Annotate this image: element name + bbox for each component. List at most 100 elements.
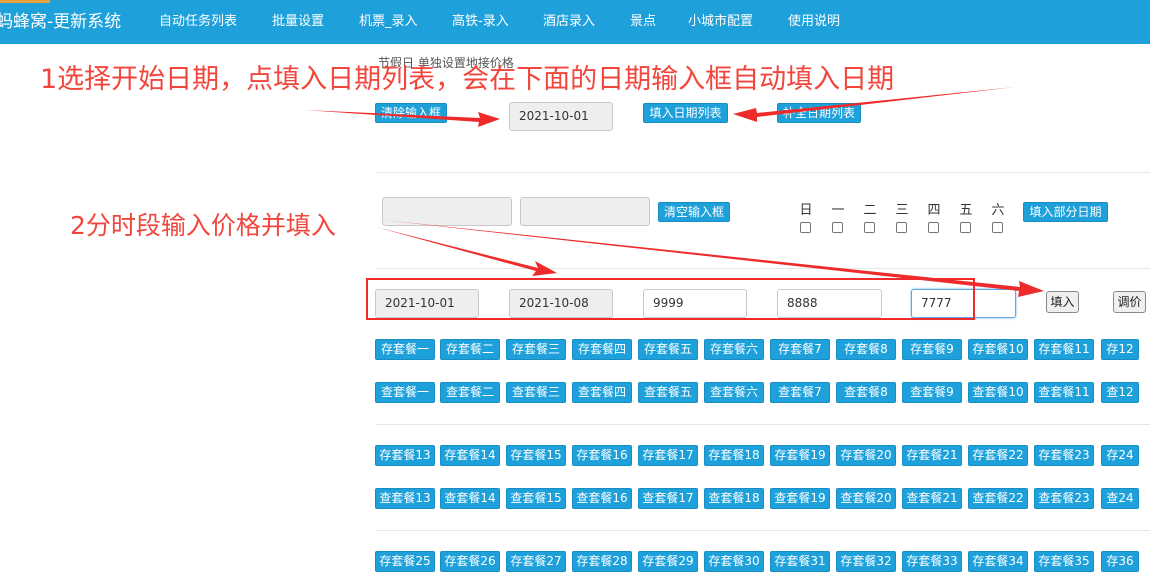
query-package-button[interactable]: 查套餐20 <box>836 488 896 509</box>
nav-item-hotel-entry[interactable]: 酒店录入 <box>543 0 595 44</box>
save-package-button[interactable]: 存套餐25 <box>375 551 435 572</box>
save-package-button[interactable]: 存套餐27 <box>506 551 566 572</box>
save-package-button[interactable]: 存套餐28 <box>572 551 632 572</box>
query-package-button[interactable]: 查套餐二 <box>440 382 500 403</box>
query-package-button[interactable]: 查套餐18 <box>704 488 764 509</box>
save-package-button[interactable]: 存套餐32 <box>836 551 896 572</box>
query-package-button[interactable]: 查套餐15 <box>506 488 566 509</box>
query-package-button[interactable]: 查套餐9 <box>902 382 962 403</box>
fill-price-button[interactable]: 填入 <box>1046 291 1079 313</box>
query-package-button[interactable]: 查套餐17 <box>638 488 698 509</box>
complete-date-list-button[interactable]: 补全日期列表 <box>777 103 861 123</box>
date-range-start-input[interactable] <box>382 197 512 226</box>
weekday-checkbox-sat[interactable] <box>992 222 1003 233</box>
nav-item-user-guide[interactable]: 使用说明 <box>788 0 840 44</box>
query-package-button[interactable]: 查套餐11 <box>1034 382 1094 403</box>
divider <box>376 172 1150 173</box>
save-package-button[interactable]: 存套餐26 <box>440 551 500 572</box>
save-package-button[interactable]: 存24 <box>1101 445 1139 466</box>
weekday-label-fri: 五 <box>959 203 973 218</box>
brand-title[interactable]: 蚂蜂窝-更新系统 <box>0 0 121 44</box>
divider <box>376 530 1150 531</box>
price-row-highlight-box <box>366 278 975 320</box>
nav-item-flight-entry[interactable]: 机票_录入 <box>359 0 418 44</box>
nav-item-batch-settings[interactable]: 批量设置 <box>272 0 324 44</box>
query-package-button[interactable]: 查套餐四 <box>572 382 632 403</box>
annotation-step-1: 1选择开始日期，点填入日期列表，会在下面的日期输入框自动填入日期 <box>40 64 895 95</box>
save-package-button[interactable]: 存套餐六 <box>704 339 764 360</box>
nav-item-small-city-config[interactable]: 小城市配置 <box>688 0 753 44</box>
query-package-button[interactable]: 查套餐21 <box>902 488 962 509</box>
save-package-button[interactable]: 存套餐16 <box>572 445 632 466</box>
query-package-button[interactable]: 查套餐23 <box>1034 488 1094 509</box>
query-package-button[interactable]: 查套餐13 <box>375 488 435 509</box>
save-package-button[interactable]: 存12 <box>1101 339 1139 360</box>
weekday-label-tue: 二 <box>863 203 877 218</box>
query-package-button[interactable]: 查套餐22 <box>968 488 1028 509</box>
query-package-button[interactable]: 查套餐五 <box>638 382 698 403</box>
query-package-button[interactable]: 查套餐14 <box>440 488 500 509</box>
query-package-button[interactable]: 查套餐8 <box>836 382 896 403</box>
save-package-button[interactable]: 存套餐三 <box>506 339 566 360</box>
query-package-button[interactable]: 查套餐19 <box>770 488 830 509</box>
save-package-button[interactable]: 存套餐7 <box>770 339 830 360</box>
fill-date-list-button[interactable]: 填入日期列表 <box>643 103 728 123</box>
top-navbar: 蚂蜂窝-更新系统 自动任务列表 批量设置 机票_录入 高铁-录入 酒店录入 景点… <box>0 0 1150 44</box>
save-package-button[interactable]: 存套餐10 <box>968 339 1028 360</box>
save-package-button[interactable]: 存套餐35 <box>1034 551 1094 572</box>
fill-partial-dates-button[interactable]: 填入部分日期 <box>1023 202 1108 222</box>
save-package-button[interactable]: 存套餐19 <box>770 445 830 466</box>
save-package-button[interactable]: 存套餐15 <box>506 445 566 466</box>
nav-item-auto-task-list[interactable]: 自动任务列表 <box>159 0 237 44</box>
query-package-button[interactable]: 查套餐六 <box>704 382 764 403</box>
save-package-button[interactable]: 存套餐8 <box>836 339 896 360</box>
weekday-label-wed: 三 <box>895 203 909 218</box>
save-package-button[interactable]: 存36 <box>1101 551 1139 572</box>
save-package-button[interactable]: 存套餐34 <box>968 551 1028 572</box>
start-date-input[interactable]: 2021-10-01 <box>509 102 613 131</box>
query-package-button[interactable]: 查套餐一 <box>375 382 435 403</box>
query-package-button[interactable]: 查12 <box>1101 382 1139 403</box>
adjust-price-button[interactable]: 调价 <box>1113 291 1146 313</box>
save-package-button[interactable]: 存套餐14 <box>440 445 500 466</box>
save-package-button[interactable]: 存套餐9 <box>902 339 962 360</box>
save-package-button[interactable]: 存套餐31 <box>770 551 830 572</box>
query-package-button[interactable]: 查套餐16 <box>572 488 632 509</box>
divider <box>376 268 1150 269</box>
query-package-button[interactable]: 查24 <box>1101 488 1139 509</box>
weekday-checkbox-fri[interactable] <box>960 222 971 233</box>
date-range-end-input[interactable] <box>520 197 650 226</box>
query-package-button[interactable]: 查套餐三 <box>506 382 566 403</box>
save-package-button[interactable]: 存套餐五 <box>638 339 698 360</box>
save-package-button[interactable]: 存套餐22 <box>968 445 1028 466</box>
query-package-button[interactable]: 查套餐10 <box>968 382 1028 403</box>
save-package-button[interactable]: 存套餐一 <box>375 339 435 360</box>
query-package-button[interactable]: 查套餐7 <box>770 382 830 403</box>
weekday-checkbox-thu[interactable] <box>928 222 939 233</box>
save-package-button[interactable]: 存套餐11 <box>1034 339 1094 360</box>
save-package-button[interactable]: 存套餐二 <box>440 339 500 360</box>
weekday-checkbox-sun[interactable] <box>800 222 811 233</box>
annotation-step-2: 2分时段输入价格并填入 <box>70 211 336 240</box>
save-package-button[interactable]: 存套餐21 <box>902 445 962 466</box>
save-package-button[interactable]: 存套餐18 <box>704 445 764 466</box>
save-package-button[interactable]: 存套餐29 <box>638 551 698 572</box>
weekday-label-sat: 六 <box>991 203 1005 218</box>
weekday-label-thu: 四 <box>927 203 941 218</box>
save-package-button[interactable]: 存套餐23 <box>1034 445 1094 466</box>
nav-item-rail-entry[interactable]: 高铁-录入 <box>452 0 509 44</box>
save-package-button[interactable]: 存套餐四 <box>572 339 632 360</box>
clear-input-button[interactable]: 清除输入框 <box>375 103 447 123</box>
save-package-button[interactable]: 存套餐33 <box>902 551 962 572</box>
clear-inputs-button[interactable]: 清空输入框 <box>658 202 730 222</box>
save-package-button[interactable]: 存套餐13 <box>375 445 435 466</box>
weekday-checkbox-wed[interactable] <box>896 222 907 233</box>
save-package-button[interactable]: 存套餐17 <box>638 445 698 466</box>
divider <box>376 424 1150 425</box>
weekday-checkbox-mon[interactable] <box>832 222 843 233</box>
nav-item-attractions[interactable]: 景点 <box>630 0 656 44</box>
save-package-button[interactable]: 存套餐20 <box>836 445 896 466</box>
weekday-label-sun: 日 <box>799 203 813 218</box>
save-package-button[interactable]: 存套餐30 <box>704 551 764 572</box>
weekday-checkbox-tue[interactable] <box>864 222 875 233</box>
